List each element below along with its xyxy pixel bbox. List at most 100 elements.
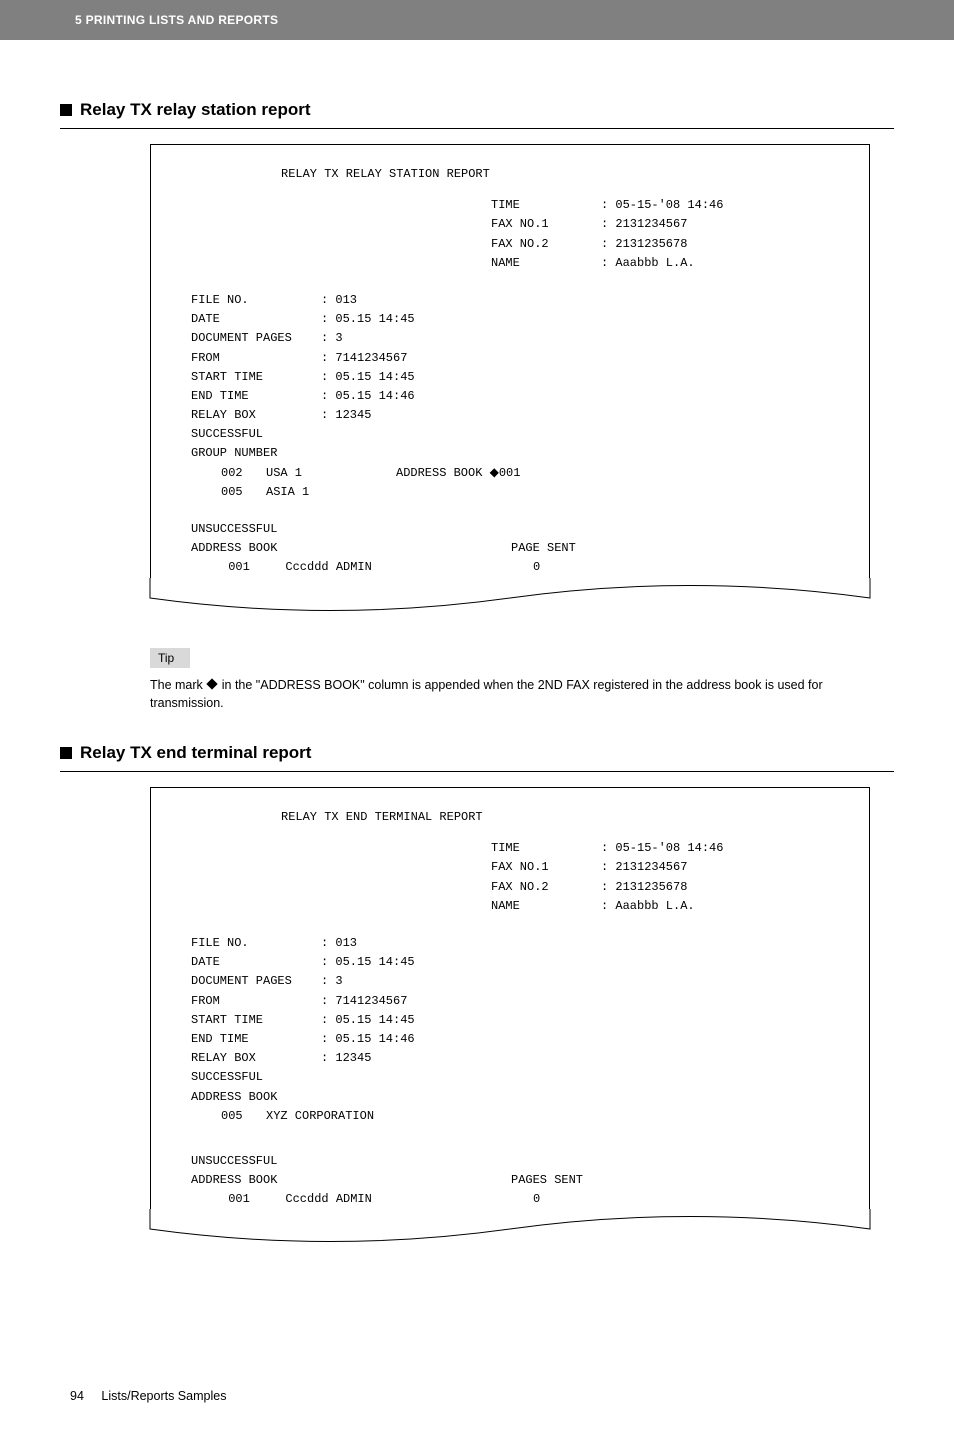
lbl-unsuccessful: UNSUCCESSFUL	[191, 520, 829, 539]
report2-wrap: RELAY TX END TERMINAL REPORT TIME: 05-15…	[150, 787, 870, 1259]
lbl-end: END TIME	[191, 387, 321, 406]
section2-heading: Relay TX end terminal report	[60, 743, 894, 763]
val-from: : 7141234567	[321, 349, 407, 368]
lbl-unsuccessful: UNSUCCESSFUL	[191, 1152, 829, 1171]
lbl-date: DATE	[191, 953, 321, 972]
lbl-time: TIME	[491, 839, 601, 858]
lbl-successful: SUCCESSFUL	[191, 425, 829, 444]
tip-label: Tip	[150, 648, 190, 668]
section1-rule	[60, 128, 894, 129]
lbl-fax2: FAX NO.2	[491, 235, 601, 254]
group-row-2: 005 ASIA 1	[191, 483, 829, 502]
g1-num: 002	[221, 464, 266, 483]
val-time: : 05-15-'08 14:46	[601, 196, 723, 215]
val-name: : Aaabbb L.A.	[601, 254, 695, 273]
val-time: : 05-15-'08 14:46	[601, 839, 723, 858]
s1-name: XYZ CORPORATION	[266, 1107, 374, 1126]
g1-ab: ADDRESS BOOK ◆001	[396, 464, 520, 483]
val-end: : 05.15 14:46	[321, 387, 415, 406]
val-fax2: : 2131235678	[601, 878, 687, 897]
lbl-from: FROM	[191, 992, 321, 1011]
s1-num: 005	[221, 1107, 266, 1126]
val-docpages: : 3	[321, 972, 343, 991]
section1-title: Relay TX relay station report	[80, 100, 311, 120]
lbl-pagessent: PAGES SENT	[511, 1171, 583, 1190]
g1-name: USA 1	[266, 464, 396, 483]
u1-pages: 0	[511, 558, 540, 577]
val-fax1: : 2131234567	[601, 858, 687, 877]
lbl-file: FILE NO.	[191, 934, 321, 953]
val-fax1: : 2131234567	[601, 215, 687, 234]
succ-row-1: 005 XYZ CORPORATION	[191, 1107, 829, 1126]
lbl-relaybox: RELAY BOX	[191, 406, 321, 425]
lbl-fax1: FAX NO.1	[491, 858, 601, 877]
lbl-fax1: FAX NO.1	[491, 215, 601, 234]
torn-edge-icon	[150, 578, 870, 623]
u1-pages: 0	[511, 1190, 540, 1209]
group-row-1: 002 USA 1 ADDRESS BOOK ◆001	[191, 464, 829, 483]
g2-name: ASIA 1	[266, 483, 396, 502]
lbl-addressbook: ADDRESS BOOK	[191, 1088, 829, 1107]
report2-title: RELAY TX END TERMINAL REPORT	[191, 808, 829, 827]
lbl-relaybox: RELAY BOX	[191, 1049, 321, 1068]
page-number: 94	[70, 1389, 84, 1403]
val-date: : 05.15 14:45	[321, 953, 415, 972]
val-end: : 05.15 14:46	[321, 1030, 415, 1049]
unsuc-row-1: 001 Cccddd ADMIN 0	[191, 558, 829, 577]
val-start: : 05.15 14:45	[321, 368, 415, 387]
report1-title: RELAY TX RELAY STATION REPORT	[191, 165, 829, 184]
chapter-header-bar: 5 PRINTING LISTS AND REPORTS	[0, 0, 954, 40]
unsuc-header: ADDRESS BOOK PAGE SENT	[191, 539, 829, 558]
u1-name: Cccddd ADMIN	[285, 560, 371, 574]
lbl-date: DATE	[191, 310, 321, 329]
lbl-addressbook: ADDRESS BOOK	[191, 539, 511, 558]
val-file: : 013	[321, 934, 357, 953]
square-bullet-icon	[60, 104, 72, 116]
report1-wrap: RELAY TX RELAY STATION REPORT TIME: 05-1…	[150, 144, 870, 628]
lbl-docpages: DOCUMENT PAGES	[191, 329, 321, 348]
val-from: : 7141234567	[321, 992, 407, 1011]
u1-name: Cccddd ADMIN	[285, 1192, 371, 1206]
lbl-from: FROM	[191, 349, 321, 368]
val-fax2: : 2131235678	[601, 235, 687, 254]
val-name: : Aaabbb L.A.	[601, 897, 695, 916]
lbl-successful: SUCCESSFUL	[191, 1068, 829, 1087]
val-file: : 013	[321, 291, 357, 310]
val-date: : 05.15 14:45	[321, 310, 415, 329]
section2-rule	[60, 771, 894, 772]
report2-meta: FILE NO.: 013 DATE: 05.15 14:45 DOCUMENT…	[191, 934, 829, 1126]
unsuc2-header: ADDRESS BOOK PAGES SENT	[191, 1171, 829, 1190]
lbl-file: FILE NO.	[191, 291, 321, 310]
report1-box: RELAY TX RELAY STATION REPORT TIME: 05-1…	[150, 144, 870, 578]
tip-pre: The mark	[150, 678, 206, 692]
chapter-header-text: 5 PRINTING LISTS AND REPORTS	[75, 13, 278, 27]
lbl-name: NAME	[491, 897, 601, 916]
lbl-docpages: DOCUMENT PAGES	[191, 972, 321, 991]
report1-header-block: TIME: 05-15-'08 14:46 FAX NO.1: 21312345…	[491, 196, 829, 273]
lbl-name: NAME	[491, 254, 601, 273]
g2-num: 005	[221, 483, 266, 502]
torn-edge-icon	[150, 1209, 870, 1254]
lbl-groupnumber: GROUP NUMBER	[191, 444, 829, 463]
lbl-pagesent: PAGE SENT	[511, 539, 576, 558]
section1-heading: Relay TX relay station report	[60, 100, 894, 120]
lbl-start: START TIME	[191, 1011, 321, 1030]
tip-text: The mark in the "ADDRESS BOOK" column is…	[150, 676, 854, 714]
page-footer: 94 Lists/Reports Samples	[60, 1389, 894, 1403]
lbl-time: TIME	[491, 196, 601, 215]
lbl-fax2: FAX NO.2	[491, 878, 601, 897]
unsuc2-row-1: 001 Cccddd ADMIN 0	[191, 1190, 829, 1209]
u1-num: 001	[228, 558, 278, 577]
report2-header-block: TIME: 05-15-'08 14:46 FAX NO.1: 21312345…	[491, 839, 829, 916]
report2-box: RELAY TX END TERMINAL REPORT TIME: 05-15…	[150, 787, 870, 1209]
page-content: Relay TX relay station report RELAY TX R…	[0, 100, 954, 1443]
val-docpages: : 3	[321, 329, 343, 348]
report1-meta: FILE NO.: 013 DATE: 05.15 14:45 DOCUMENT…	[191, 291, 829, 502]
square-bullet-icon	[60, 747, 72, 759]
lbl-start: START TIME	[191, 368, 321, 387]
u1-num: 001	[228, 1190, 278, 1209]
lbl-addressbook: ADDRESS BOOK	[191, 1171, 511, 1190]
footer-label: Lists/Reports Samples	[101, 1389, 226, 1403]
lbl-end: END TIME	[191, 1030, 321, 1049]
val-start: : 05.15 14:45	[321, 1011, 415, 1030]
